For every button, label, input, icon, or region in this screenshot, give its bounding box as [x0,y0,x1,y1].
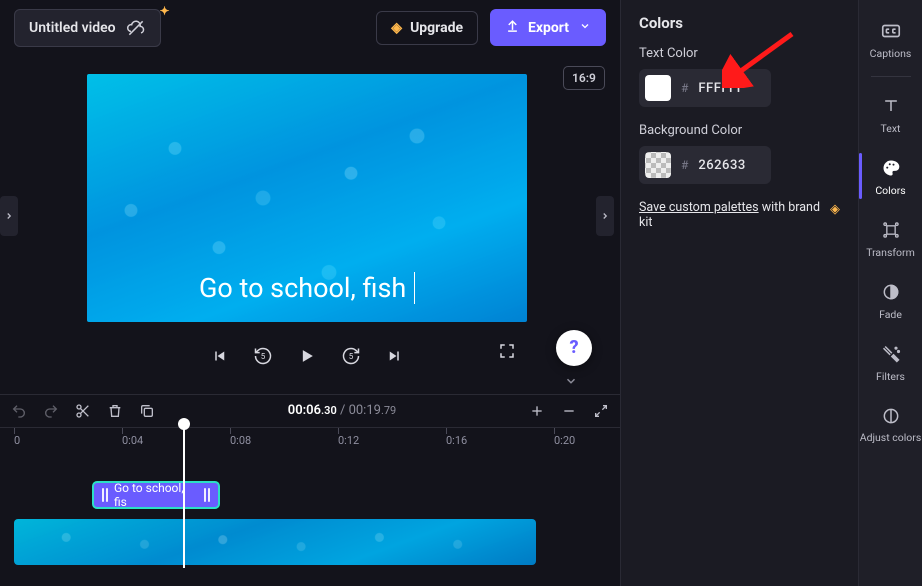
caption-clip[interactable]: Go to school, fis [92,481,220,509]
sidebar-item-adjust-colors[interactable]: Adjust colors [859,395,922,452]
chevron-down-icon[interactable] [564,374,578,391]
project-title[interactable]: Untitled video ✦ [14,9,161,47]
zoom-out-icon[interactable] [560,402,578,420]
cloud-off-icon [126,18,146,38]
palette-icon [880,157,902,179]
panel-expand-right[interactable] [596,196,614,236]
help-button[interactable]: ? [556,330,592,366]
text-color-label: Text Color [639,46,840,61]
sidebar-item-fade[interactable]: Fade [859,271,922,329]
export-label: Export [528,20,569,36]
sidebar-item-captions[interactable]: Captions [859,10,922,68]
video-clip[interactable] [14,519,536,565]
panel-expand-left[interactable] [0,196,18,236]
text-color-hex: FFFFFF [698,81,744,96]
upgrade-button[interactable]: ◈ Upgrade [376,11,478,45]
playhead[interactable] [178,418,190,430]
bg-color-label: Background Color [639,123,840,138]
sidebar-item-transform[interactable]: Transform [859,209,922,267]
caption-clip-label: Go to school, fis [114,481,198,509]
sidebar-item-colors[interactable]: Colors [859,147,922,205]
play-icon[interactable] [296,345,318,367]
adjust-icon [880,405,902,427]
skip-start-icon[interactable] [208,345,230,367]
time-ruler[interactable]: 0 0:04 0:08 0:12 0:16 0:20 [0,427,620,457]
zoom-fit-icon[interactable] [592,402,610,420]
filters-icon [880,343,902,365]
right-sidebar: Captions Text Colors Transform Fade Filt… [858,0,922,586]
stage: Go to school, fish 16:9 5 5 [0,56,620,394]
top-bar: Untitled video ✦ ◈ Upgrade Export [0,0,620,56]
forward-5-icon[interactable]: 5 [340,345,362,367]
bg-color-swatch [645,152,671,178]
sidebar-item-filters[interactable]: Filters [859,333,922,391]
fullscreen-icon[interactable] [498,342,520,364]
aspect-ratio-selector[interactable]: 16:9 [563,66,605,90]
timeline-toolbar: 00:06.30 / 00:19.79 [0,394,620,428]
chevron-down-icon [579,20,591,36]
playback-controls: 5 5 [87,334,527,378]
gem-icon: ◈ [391,20,402,36]
video-content: Go to school, fish [87,74,527,322]
brand-kit-hint: Save custom palettes with brand kit ◈ [639,200,840,230]
bg-color-input[interactable]: # 262633 [639,146,771,184]
captions-icon [880,20,902,42]
upload-icon [505,18,520,37]
upgrade-label: Upgrade [410,20,463,36]
delete-icon[interactable] [106,402,124,420]
text-color-swatch [645,75,671,101]
save-palettes-link[interactable]: Save custom palettes [639,200,759,215]
sparkle-icon: ✦ [160,4,170,18]
transform-icon [880,219,902,241]
undo-icon[interactable] [10,402,28,420]
timecode: 00:06.30 / 00:19.79 [170,403,514,418]
split-icon[interactable] [74,402,92,420]
gem-icon: ◈ [830,202,840,217]
caption-overlay[interactable]: Go to school, fish [87,272,527,304]
panel-heading: Colors [639,14,840,32]
bg-color-hex: 262633 [698,158,745,173]
text-color-input[interactable]: # FFFFFF [639,69,771,107]
timeline-tracks: Go to school, fis [0,457,620,586]
text-cursor [407,272,415,304]
redo-icon[interactable] [42,402,60,420]
sidebar-item-text[interactable]: Text [859,85,922,143]
properties-panel: Colors Text Color # FFFFFF Background Co… [620,0,858,586]
text-icon [880,95,902,117]
duplicate-icon[interactable] [138,402,156,420]
video-preview[interactable]: Go to school, fish [87,74,527,322]
skip-end-icon[interactable] [384,345,406,367]
project-title-text: Untitled video [29,20,116,36]
export-button[interactable]: Export [490,9,606,46]
zoom-in-icon[interactable] [528,402,546,420]
rewind-5-icon[interactable]: 5 [252,345,274,367]
fade-icon [880,281,902,303]
